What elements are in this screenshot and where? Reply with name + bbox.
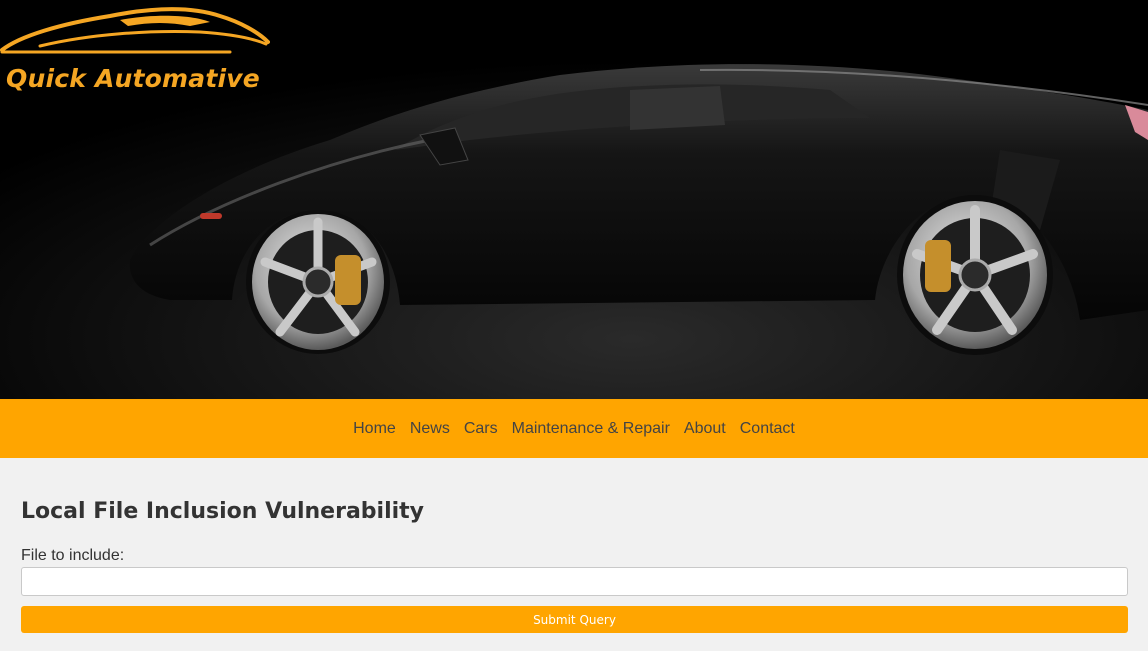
nav-item-home[interactable]: Home — [346, 420, 403, 438]
brand-logo[interactable]: Quick Automative — [0, 2, 270, 97]
hero-banner: Quick Automative — [0, 0, 1148, 399]
brand-name: Quick Automative — [6, 64, 260, 93]
nav-item-about[interactable]: About — [677, 420, 733, 438]
file-include-label: File to include: — [21, 547, 125, 564]
nav-item-cars[interactable]: Cars — [457, 420, 505, 438]
file-include-input[interactable] — [21, 567, 1128, 596]
nav-item-contact[interactable]: Contact — [733, 420, 802, 438]
nav-item-news[interactable]: News — [403, 420, 457, 438]
submit-query-button[interactable]: Submit Query — [21, 606, 1128, 633]
file-include-form: File to include: Submit Query — [21, 547, 1128, 633]
main-content: Local File Inclusion Vulnerability File … — [0, 496, 1148, 633]
page-title: Local File Inclusion Vulnerability — [21, 499, 425, 524]
main-nav: Home News Cars Maintenance & Repair Abou… — [0, 399, 1148, 458]
nav-item-maintenance-repair[interactable]: Maintenance & Repair — [505, 420, 677, 438]
car-logo-icon — [0, 7, 270, 54]
